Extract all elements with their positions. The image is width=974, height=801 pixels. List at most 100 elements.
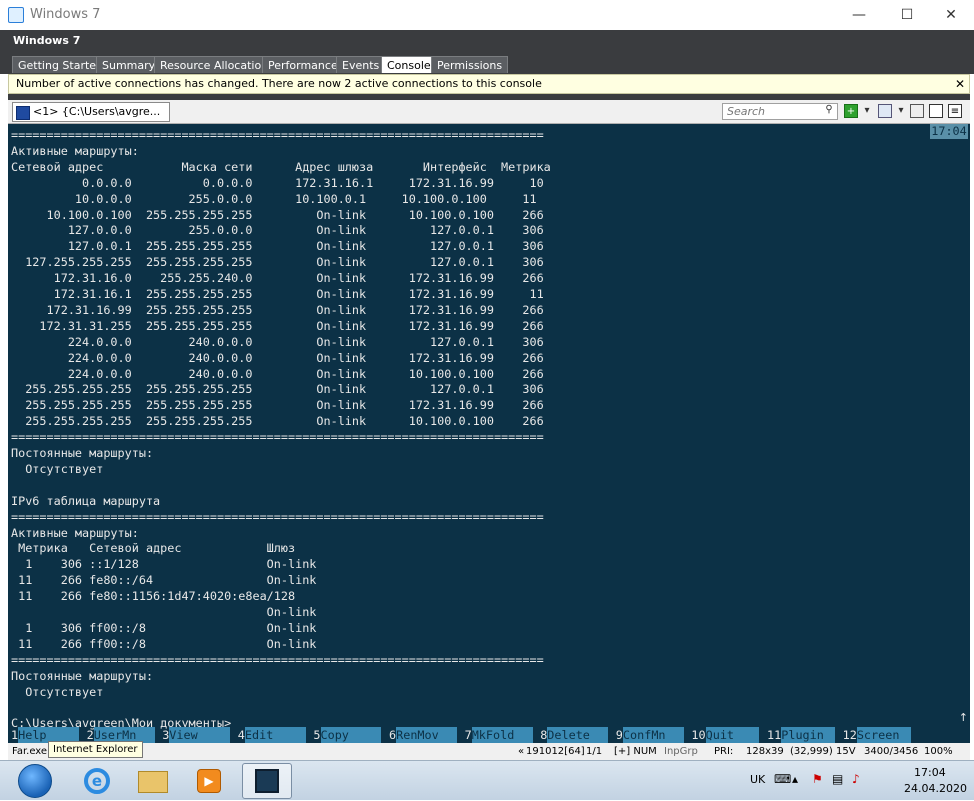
fkey-copy[interactable]: 5 Copy: [313, 727, 387, 743]
chevron-down-icon[interactable]: ▾: [894, 104, 908, 118]
console-line: 255.255.255.255 255.255.255.255 On-link …: [11, 414, 544, 429]
notice-close-icon[interactable]: ✕: [955, 75, 965, 93]
status-process: Far.exe: [12, 746, 48, 757]
fkey-quit[interactable]: 10 Quit: [691, 727, 765, 743]
fkey-label: Edit: [244, 727, 306, 743]
network-icon[interactable]: ▤: [832, 772, 843, 786]
volume-icon[interactable]: ♪: [852, 772, 860, 786]
taskbar-media-player[interactable]: ▶: [184, 763, 234, 799]
keyboard-icon[interactable]: ⌨: [774, 772, 791, 786]
fkey-label: RenMov: [396, 727, 457, 743]
taskbar: e ▶ UK ⌨ ▴ ⚑ ▤ ♪ 17:04 24.04.2020: [0, 760, 974, 800]
fkey-number: 7: [464, 728, 472, 742]
conemu-toolbar: <1> {C:\Users\avgre... Search ⚲ + ▾ ▾ ≡: [8, 100, 970, 124]
tab-console[interactable]: Console: [381, 56, 437, 73]
action-center-icon[interactable]: ⚑: [812, 772, 823, 786]
console-line: 1 306 ff00::/8 On-link: [11, 620, 317, 635]
console-line: Отсутствует: [11, 461, 104, 476]
fkey-label: ConfMn: [622, 727, 684, 743]
fkey-delete[interactable]: 8 Delete: [540, 727, 614, 743]
fkey-plugin[interactable]: 11 Plugin: [767, 727, 841, 743]
arrow-up-icon[interactable]: ▴: [792, 772, 798, 786]
console-area[interactable]: ========================================…: [8, 124, 970, 743]
fkey-number: 9: [615, 728, 623, 742]
taskbar-date[interactable]: 24.04.2020: [904, 782, 967, 795]
folder-icon: [138, 771, 168, 793]
fkey-view[interactable]: 3 View: [162, 727, 236, 743]
console-line: 224.0.0.0 240.0.0.0 On-link 10.100.0.100…: [11, 366, 544, 381]
console-line: 127.0.0.0 255.0.0.0 On-link 127.0.0.1 30…: [11, 223, 544, 238]
conemu-icon: [255, 769, 279, 793]
taskbar-ie[interactable]: e: [72, 763, 122, 799]
minimize-button[interactable]: —: [836, 0, 882, 30]
taskbar-conemu[interactable]: [242, 763, 292, 799]
console-line: On-link: [11, 605, 317, 619]
vm-name: Windows 7: [13, 34, 81, 47]
status-marker: «: [518, 746, 525, 757]
fkey-label: Screen: [856, 727, 911, 743]
far-manager-icon: [16, 106, 30, 120]
fkey-label: Copy: [320, 727, 382, 743]
fkey-number: 5: [313, 728, 321, 742]
fkey-renmov[interactable]: 6 RenMov: [389, 727, 463, 743]
language-indicator[interactable]: UK: [750, 773, 765, 786]
fkey-label: Quit: [705, 727, 760, 743]
close-button[interactable]: ✕: [928, 0, 974, 30]
new-console-icon[interactable]: +: [844, 104, 858, 118]
search-input[interactable]: Search: [722, 103, 838, 120]
taskbar-explorer[interactable]: [128, 763, 178, 799]
tab-events[interactable]: Events: [336, 56, 386, 73]
chevron-down-icon[interactable]: ▾: [860, 104, 874, 118]
console-line: 11 266 fe80::/64 On-link: [11, 573, 317, 588]
tab-summary[interactable]: Summary: [96, 56, 162, 73]
scroll-up-arrow[interactable]: ↑: [959, 711, 968, 724]
console-line: 127.0.0.1 255.255.255.255 On-link 127.0.…: [11, 239, 544, 254]
console-line: 11 266 ff00::/8 On-link: [11, 636, 317, 651]
console-tab[interactable]: <1> {C:\Users\avgre...: [12, 102, 170, 122]
console-line: 224.0.0.0 240.0.0.0 On-link 127.0.0.1 30…: [11, 334, 544, 349]
media-player-icon: ▶: [197, 769, 221, 793]
tab-getting-started[interactable]: Getting Started: [12, 56, 110, 73]
settings-icon[interactable]: [910, 104, 924, 118]
tab-resource-allocation[interactable]: Resource Allocation: [154, 56, 275, 73]
fkey-number: 1: [11, 728, 19, 742]
console-line: 10.0.0.0 255.0.0.0 10.100.0.1 10.100.0.1…: [11, 191, 537, 206]
start-button[interactable]: [18, 764, 52, 798]
console-line: Метрика Сетевой адрес Шлюз: [11, 541, 296, 556]
console-line: Сетевой адрес Маска сети Адрес шлюза Инт…: [11, 159, 551, 174]
search-icon[interactable]: ⚲: [822, 103, 836, 117]
layout-icon[interactable]: [878, 104, 892, 118]
tab-permissions[interactable]: Permissions: [431, 56, 509, 73]
internet-explorer-icon: e: [84, 768, 110, 794]
maximize-button[interactable]: ☐: [884, 0, 930, 30]
console-line: ========================================…: [11, 128, 544, 142]
console-line: 10.100.0.100 255.255.255.255 On-link 10.…: [11, 207, 544, 222]
fkey-mkfold[interactable]: 7 MkFold: [465, 727, 539, 743]
menu-icon[interactable]: ≡: [948, 104, 962, 118]
console-clock: 17:04: [930, 124, 968, 139]
fkey-label: Plugin: [781, 727, 835, 743]
tooltip: Internet Explorer: [48, 741, 143, 758]
window-title: Windows 7: [30, 7, 101, 22]
fkey-label: MkFold: [471, 727, 533, 743]
taskbar-time[interactable]: 17:04: [914, 766, 946, 779]
fkey-number: 12: [842, 728, 857, 742]
console-line: 127.255.255.255 255.255.255.255 On-link …: [11, 255, 544, 270]
console-line: 11 266 fe80::1156:1d47:4020:e8ea/128: [11, 589, 296, 604]
console-line: 172.31.16.99 255.255.255.255 On-link 172…: [11, 302, 544, 317]
status-cursor: (32,999) 15V: [790, 746, 856, 757]
fkey-screen[interactable]: 12 Screen: [843, 727, 917, 743]
tab-performance[interactable]: Performance: [262, 56, 344, 73]
fkey-confmn[interactable]: 9 ConfMn: [616, 727, 690, 743]
system-tray: UK ⌨ ▴ ⚑ ▤ ♪ 17:04 24.04.2020: [744, 761, 974, 801]
fkey-edit[interactable]: 4 Edit: [238, 727, 312, 743]
maximize-console-icon[interactable]: [929, 104, 943, 118]
vsphere-app-icon: [8, 7, 24, 23]
console-line: 224.0.0.0 240.0.0.0 On-link 172.31.16.99…: [11, 350, 544, 365]
fkey-number: 10: [691, 728, 706, 742]
console-line: Постоянные маршруты:: [11, 668, 154, 683]
fkey-label: View: [169, 727, 231, 743]
console-line: 255.255.255.255 255.255.255.255 On-link …: [11, 398, 544, 413]
console-line: Отсутствует: [11, 684, 104, 699]
console-tab-label: <1> {C:\Users\avgre...: [33, 105, 161, 118]
